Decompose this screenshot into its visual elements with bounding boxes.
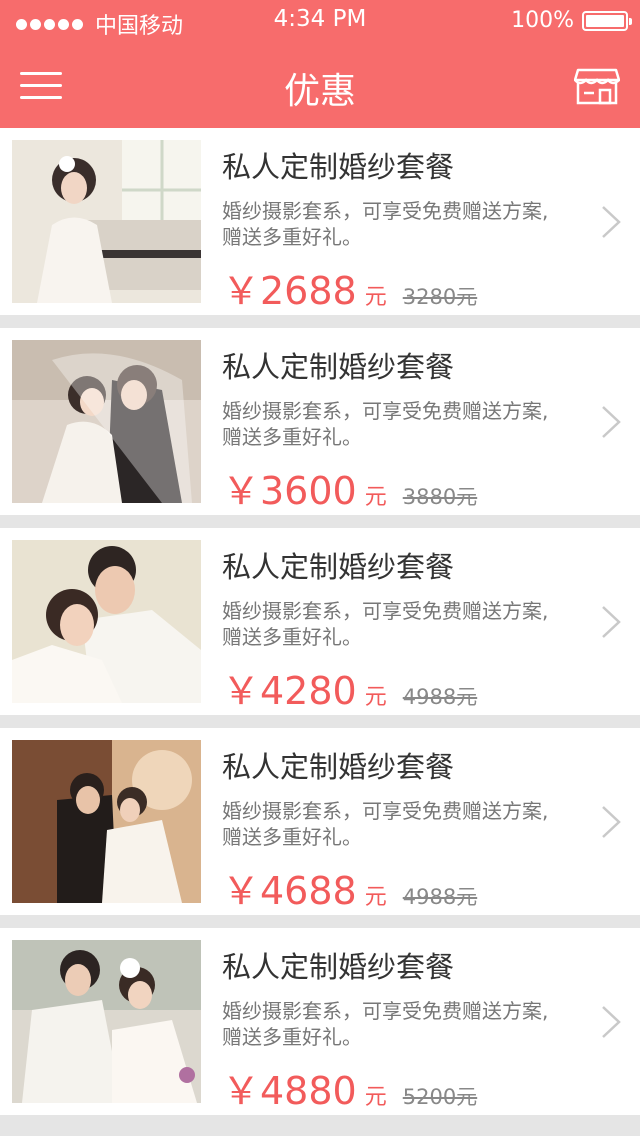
original-price: 5200元 (402, 1085, 478, 1109)
package-photo (12, 740, 201, 903)
package-photo (12, 340, 201, 503)
package-description: 婚纱摄影套系，可享受免费赠送方案,赠送多重好礼。 (222, 399, 549, 449)
chevron-right-icon (602, 406, 621, 438)
package-title: 私人定制婚纱套餐 (222, 750, 455, 784)
package-description: 婚纱摄影套系，可享受免费赠送方案,赠送多重好礼。 (222, 999, 549, 1049)
package-title: 私人定制婚纱套餐 (222, 550, 455, 584)
page-title: 优惠 (283, 71, 356, 112)
status-bar: 中国移动 4:34 PM 100% (0, 0, 640, 40)
sale-price: ￥4880 (222, 1069, 357, 1113)
store-icon[interactable] (573, 66, 621, 106)
original-price: 4988元 (402, 885, 478, 909)
list-item[interactable]: 私人定制婚纱套餐 婚纱摄影套系，可享受免费赠送方案,赠送多重好礼。 ￥4880 … (0, 928, 640, 1115)
package-title: 私人定制婚纱套餐 (222, 950, 455, 984)
header: 中国移动 4:34 PM 100% 优惠 (0, 0, 640, 128)
price-row: ￥2688 元 3280元 (222, 260, 477, 315)
price-unit: 元 (364, 885, 387, 910)
price-unit: 元 (364, 485, 387, 510)
list-item[interactable]: 私人定制婚纱套餐 婚纱摄影套系，可享受免费赠送方案,赠送多重好礼。 ￥2688 … (0, 128, 640, 315)
price-unit: 元 (364, 685, 387, 710)
sale-price: ￥3600 (222, 469, 357, 513)
sale-price: ￥4688 (222, 869, 357, 913)
package-photo (12, 940, 201, 1103)
package-list: 私人定制婚纱套餐 婚纱摄影套系，可享受免费赠送方案,赠送多重好礼。 ￥2688 … (0, 128, 640, 1128)
price-row: ￥4880 元 5200元 (222, 1060, 477, 1115)
list-item[interactable]: 私人定制婚纱套餐 婚纱摄影套系，可享受免费赠送方案,赠送多重好礼。 ￥3600 … (0, 328, 640, 515)
package-description: 婚纱摄影套系，可享受免费赠送方案,赠送多重好礼。 (222, 199, 549, 249)
package-description: 婚纱摄影套系，可享受免费赠送方案,赠送多重好礼。 (222, 799, 549, 849)
sale-price: ￥4280 (222, 669, 357, 713)
package-title: 私人定制婚纱套餐 (222, 150, 455, 184)
price-row: ￥4688 元 4988元 (222, 860, 477, 915)
chevron-right-icon (602, 806, 621, 838)
price-row: ￥3600 元 3880元 (222, 460, 477, 515)
original-price: 4988元 (402, 685, 478, 709)
chevron-right-icon (602, 1006, 621, 1038)
battery-status: 100% (511, 8, 632, 33)
nav-bar: 优惠 (0, 40, 640, 128)
list-item[interactable]: 私人定制婚纱套餐 婚纱摄影套系，可享受免费赠送方案,赠送多重好礼。 ￥4280 … (0, 528, 640, 715)
price-unit: 元 (364, 1085, 387, 1110)
package-description: 婚纱摄影套系，可享受免费赠送方案,赠送多重好礼。 (222, 599, 549, 649)
package-photo (12, 140, 201, 303)
package-title: 私人定制婚纱套餐 (222, 350, 455, 384)
list-item[interactable]: 私人定制婚纱套餐 婚纱摄影套系，可享受免费赠送方案,赠送多重好礼。 ￥4688 … (0, 728, 640, 915)
battery-percent: 100% (511, 8, 574, 33)
package-photo (12, 540, 201, 703)
chevron-right-icon (602, 206, 621, 238)
sale-price: ￥2688 (222, 269, 357, 313)
chevron-right-icon (602, 606, 621, 638)
original-price: 3280元 (402, 285, 478, 309)
price-unit: 元 (364, 285, 387, 310)
price-row: ￥4280 元 4988元 (222, 660, 477, 715)
battery-icon (582, 10, 632, 31)
original-price: 3880元 (402, 485, 478, 509)
